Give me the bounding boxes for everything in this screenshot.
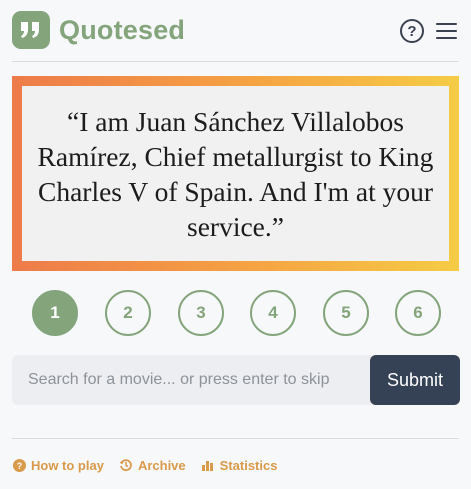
step-4[interactable]: 4: [250, 290, 296, 336]
search-form: Submit: [12, 355, 460, 405]
bar-chart-icon: [201, 458, 215, 472]
step-5[interactable]: 5: [323, 290, 369, 336]
step-label: 1: [50, 303, 60, 322]
step-label: 6: [413, 303, 423, 322]
movie-search-input[interactable]: [12, 355, 372, 405]
logo-quote-icon: [12, 11, 50, 49]
header-divider: [12, 61, 459, 62]
quote-card: “I am Juan Sánchez Villalobos Ramírez, C…: [12, 76, 459, 271]
submit-button[interactable]: Submit: [370, 355, 460, 405]
footer-divider: [12, 438, 459, 439]
step-2[interactable]: 2: [105, 290, 151, 336]
step-1[interactable]: 1: [32, 290, 78, 336]
guess-steps: 1 2 3 4 5 6: [32, 290, 442, 338]
link-label: How to play: [31, 457, 104, 473]
footer-links: ? How to play Archive Statistics: [12, 456, 292, 474]
statistics-link[interactable]: Statistics: [201, 457, 278, 473]
quote-panel: “I am Juan Sánchez Villalobos Ramírez, C…: [22, 86, 449, 261]
step-3[interactable]: 3: [178, 290, 224, 336]
menu-bar: [436, 23, 457, 25]
menu-bar: [436, 30, 457, 32]
step-label: 2: [123, 303, 133, 322]
app-header: Quotesed ?: [12, 11, 459, 51]
link-label: Statistics: [219, 457, 278, 473]
svg-text:?: ?: [16, 461, 22, 471]
history-icon: [119, 458, 133, 472]
menu-bar: [436, 37, 457, 39]
step-label: 4: [268, 303, 278, 322]
how-to-play-link[interactable]: ? How to play: [12, 458, 104, 473]
help-icon: ?: [407, 22, 417, 40]
step-label: 5: [341, 303, 351, 322]
menu-button[interactable]: [436, 21, 458, 41]
help-button[interactable]: ?: [400, 19, 424, 43]
link-label: Archive: [137, 457, 186, 473]
archive-link[interactable]: Archive: [119, 458, 186, 473]
app-title: Quotesed: [59, 15, 186, 45]
quote-text: “I am Juan Sánchez Villalobos Ramírez, C…: [37, 105, 434, 242]
step-6[interactable]: 6: [395, 290, 441, 336]
step-label: 3: [196, 303, 206, 322]
question-circle-icon: ?: [12, 458, 26, 472]
